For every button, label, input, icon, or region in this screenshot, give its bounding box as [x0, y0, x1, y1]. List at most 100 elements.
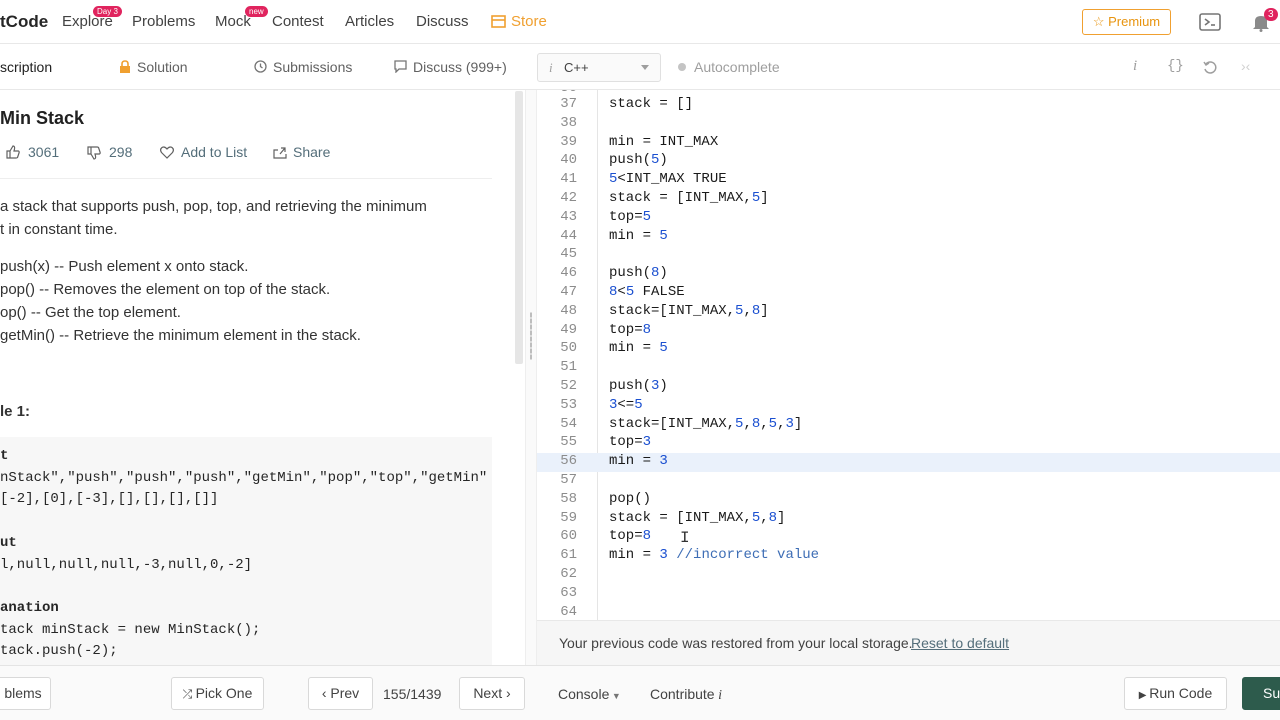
code-editor[interactable]: 36 37stack = []3839min = INT_MAX40push(5…	[537, 90, 1280, 620]
line-number: 46	[560, 265, 577, 282]
run-code-button[interactable]: ▶ Run Code	[1124, 677, 1227, 710]
example-line: t	[0, 448, 9, 464]
drag-handle-icon[interactable]	[530, 312, 532, 360]
code-line: 47 8<5 FALSE	[537, 284, 1280, 303]
next-button[interactable]: Next ›	[459, 677, 525, 710]
line-number: 53	[560, 396, 577, 413]
code-line: 42 stack = [INT_MAX,5]	[537, 190, 1280, 209]
clock-icon	[254, 60, 267, 73]
autocomplete-toggle-dot[interactable]	[678, 63, 686, 71]
console-toggle[interactable]: Console ▼	[558, 686, 621, 702]
share-button[interactable]: Share	[293, 144, 330, 160]
code-line: 48 stack=[INT_MAX,5,8]	[537, 303, 1280, 322]
code-line: 41 5<INT_MAX TRUE	[537, 171, 1280, 190]
prev-label: Prev	[330, 685, 360, 701]
example-line: [-2],[0],[-3],[],[],[],[]]	[0, 491, 219, 508]
line-number: 37	[560, 96, 577, 112]
line-number: 63	[560, 584, 577, 601]
code-line: 45	[537, 246, 1280, 265]
prev-button[interactable]: ‹ Prev	[308, 677, 373, 710]
divider	[0, 178, 492, 179]
console-label: Console	[558, 686, 610, 702]
add-to-list-button[interactable]: Add to List	[181, 144, 247, 160]
format-code-icon[interactable]: {}	[1167, 58, 1184, 74]
fullscreen-icon[interactable]: ›‹	[1241, 58, 1250, 74]
lock-icon	[119, 60, 131, 73]
example-line: tack.push(-2);	[0, 643, 118, 660]
nav-articles[interactable]: Articles	[345, 13, 394, 30]
problem-description-pane: Min Stack 3061 298 Add to List Share a s…	[0, 90, 525, 665]
submit-button[interactable]: Su	[1242, 677, 1280, 710]
code-line: 53 3<=5	[537, 397, 1280, 416]
language-value: C++	[564, 60, 589, 75]
pane-splitter[interactable]	[525, 90, 537, 665]
code-text: stack = [INT_MAX,5]	[609, 190, 769, 206]
operation-pop: pop() -- Removes the element on top of t…	[0, 281, 331, 298]
description-line-1: a stack that supports push, pop, top, an…	[0, 198, 427, 215]
store-icon	[491, 14, 506, 28]
info-icon: i	[549, 60, 553, 75]
nav-mock[interactable]: Mock	[215, 13, 251, 30]
code-text: push(3)	[609, 378, 668, 394]
tab-submissions[interactable]: Submissions	[273, 59, 352, 75]
code-text: stack=[INT_MAX,5,8]	[609, 302, 769, 319]
operation-getmin: getMin() -- Retrieve the minimum element…	[0, 327, 361, 344]
line-number: 45	[560, 246, 577, 263]
play-icon: ▶	[1138, 690, 1150, 701]
operation-push: push(x) -- Push element x onto stack.	[0, 258, 249, 275]
nav-discuss[interactable]: Discuss	[416, 13, 469, 30]
comment-icon	[394, 60, 407, 74]
tab-discuss[interactable]: Discuss (999+)	[413, 59, 507, 75]
problems-button[interactable]: blems	[0, 677, 51, 710]
line-number: 61	[560, 547, 577, 564]
code-line: 49 top=8	[537, 322, 1280, 341]
shuffle-icon: ⤮	[182, 687, 196, 701]
star-icon: ☆	[1092, 14, 1109, 29]
thumbs-down-icon[interactable]	[87, 146, 101, 160]
language-select[interactable]: i C++	[537, 53, 661, 82]
nav-store[interactable]: Store	[511, 13, 547, 30]
code-text: 8<5 FALSE	[609, 284, 685, 300]
reset-icon[interactable]	[1203, 60, 1218, 74]
explore-badge: Day 3	[93, 6, 122, 17]
nav-contest[interactable]: Contest	[272, 13, 324, 30]
code-line: 64	[537, 604, 1280, 620]
code-line: 56 min = 3	[537, 453, 1280, 473]
code-text: min = 3 //incorrect value	[609, 547, 820, 564]
code-text: 3<=5	[609, 396, 643, 413]
site-logo[interactable]: tCode	[0, 12, 48, 32]
line-number: 50	[560, 340, 577, 357]
code-line: 61 min = 3 //incorrect value	[537, 547, 1280, 566]
code-text: min = 5	[609, 227, 668, 244]
premium-button[interactable]: ☆ Premium	[1082, 9, 1171, 35]
autocomplete-label: Autocomplete	[694, 59, 780, 75]
code-line: 59 stack = [INT_MAX,5,8]	[537, 510, 1280, 529]
tab-description[interactable]: scription	[0, 59, 52, 75]
line-number: 52	[560, 378, 577, 394]
code-line: 39 min = INT_MAX	[537, 134, 1280, 153]
contribute-button[interactable]: Contribute i	[650, 686, 722, 704]
problems-label: blems	[4, 685, 42, 701]
code-line: 50 min = 5	[537, 340, 1280, 359]
code-text: min = 3	[609, 453, 668, 470]
code-line: 62	[537, 566, 1280, 585]
line-number: 57	[560, 472, 577, 488]
problem-tabs: scription Solution Submissions Discuss (…	[0, 44, 1280, 90]
playground-icon[interactable]	[1199, 12, 1223, 32]
contribute-label: Contribute	[650, 686, 715, 702]
restore-notice: Your previous code was restored from you…	[537, 620, 1280, 665]
chevron-right-icon: ›	[502, 685, 511, 701]
run-code-label: Run Code	[1149, 685, 1213, 701]
info-icon[interactable]: i	[1133, 58, 1137, 75]
code-text: stack = [INT_MAX,5,8]	[609, 509, 786, 526]
nav-problems[interactable]: Problems	[132, 13, 195, 30]
reset-to-default-link[interactable]: Reset to default	[911, 635, 1009, 651]
code-text: push(5)	[609, 152, 668, 169]
line-number: 55	[560, 434, 577, 451]
tab-solution[interactable]: Solution	[137, 59, 188, 75]
line-number: 56	[560, 453, 577, 470]
info-icon: i	[714, 688, 722, 703]
scrollbar[interactable]	[515, 91, 523, 364]
thumbs-up-icon[interactable]	[6, 145, 20, 159]
pick-one-button[interactable]: ⤮ Pick One	[171, 677, 264, 710]
